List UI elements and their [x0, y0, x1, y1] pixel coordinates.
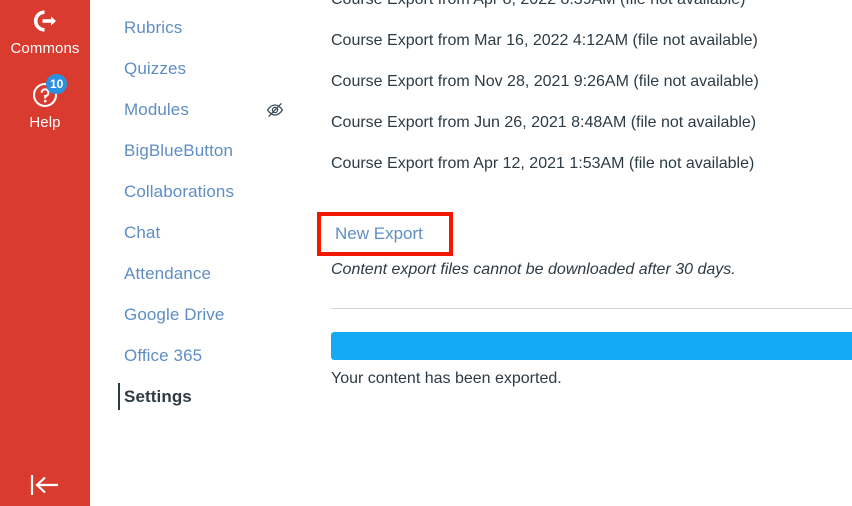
sidebar-item-label: Google Drive — [124, 305, 225, 324]
export-list-item: Course Export from Apr 8, 2022 8:39AM (f… — [305, 0, 852, 20]
sidebar-item-label: Collaborations — [124, 182, 235, 201]
sidebar-item-chat[interactable]: Chat — [90, 216, 305, 249]
export-expiry-note: Content export files cannot be downloade… — [331, 261, 736, 278]
export-list-item: Course Export from Mar 16, 2022 4:12AM (… — [331, 32, 758, 49]
sidebar-item-quizzes[interactable]: Quizzes — [90, 52, 305, 85]
export-status-message: Your content has been exported. — [331, 370, 562, 387]
sidebar-item-label: Settings — [124, 387, 192, 406]
sidebar-item-label: Quizzes — [124, 59, 187, 78]
content-exports-panel: Course Export from Apr 8, 2022 8:39AM (f… — [305, 0, 852, 506]
new-export-button[interactable]: New Export — [335, 216, 423, 252]
help-question-icon: 10 — [0, 74, 90, 112]
sidebar-item-collaborations[interactable]: Collaborations — [90, 175, 305, 208]
global-nav-item-help[interactable]: 10 Help — [0, 74, 90, 132]
export-list-item: Course Export from Jun 26, 2021 8:48AM (… — [331, 114, 757, 131]
previous-exports-list: Course Export from Apr 8, 2022 8:39AM (f… — [305, 0, 852, 184]
sidebar-item-label: Rubrics — [124, 18, 183, 37]
export-progress-fill — [331, 332, 852, 360]
export-list-item: Course Export from Apr 12, 2021 1:53AM (… — [331, 155, 755, 172]
sidebar-item-bigbluebutton[interactable]: BigBlueButton — [90, 134, 305, 167]
new-export-highlight-box: New Export — [317, 212, 453, 256]
sidebar-item-label: Chat — [124, 223, 161, 242]
help-badge-count: 10 — [46, 74, 68, 94]
export-list-item: Course Export from Nov 28, 2021 9:26AM (… — [331, 73, 759, 90]
global-nav-item-commons[interactable]: Commons — [0, 4, 90, 58]
canvas-course-settings-export-page: Commons 10 Help Rubrics Quizzes Modules … — [0, 0, 852, 506]
sidebar-item-office-365[interactable]: Office 365 — [90, 339, 305, 372]
commons-arrow-icon — [0, 4, 90, 38]
sidebar-item-modules[interactable]: Modules — [90, 93, 305, 126]
global-navigation-rail: Commons 10 Help — [0, 0, 90, 506]
collapse-left-arrow-icon[interactable] — [0, 470, 90, 506]
global-nav-label-commons: Commons — [10, 40, 80, 57]
sidebar-item-label: Attendance — [124, 264, 212, 283]
sidebar-item-rubrics[interactable]: Rubrics — [90, 11, 305, 44]
active-page-indicator — [118, 383, 120, 410]
export-progress-bar — [331, 332, 852, 360]
sidebar-item-label: Modules — [124, 100, 189, 119]
sidebar-item-label: Office 365 — [124, 346, 203, 365]
global-nav-label-help: Help — [29, 114, 61, 131]
section-divider — [331, 308, 852, 309]
course-navigation-menu: Rubrics Quizzes Modules BigBlueButton Co… — [90, 0, 305, 506]
hidden-eye-slash-icon — [265, 100, 285, 120]
sidebar-item-attendance[interactable]: Attendance — [90, 257, 305, 290]
sidebar-item-settings[interactable]: Settings — [90, 380, 305, 413]
sidebar-item-google-drive[interactable]: Google Drive — [90, 298, 305, 331]
sidebar-item-label: BigBlueButton — [124, 141, 234, 160]
